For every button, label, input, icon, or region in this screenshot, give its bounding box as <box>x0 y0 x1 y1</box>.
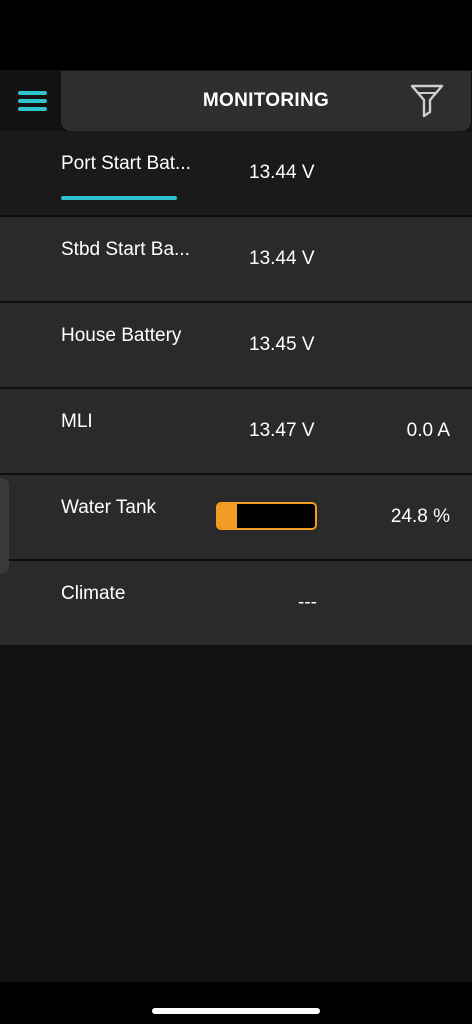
row-label: Climate <box>61 583 126 604</box>
monitoring-list: Port Start Bat... 13.44 V Stbd Start Ba.… <box>0 131 472 647</box>
filter-icon[interactable] <box>409 83 445 119</box>
row-label: Water Tank <box>61 497 157 518</box>
menu-button[interactable] <box>12 84 52 118</box>
voltage-value: 13.44 V <box>249 248 315 269</box>
list-item-water-tank[interactable]: Water Tank 24.8 % <box>0 475 472 561</box>
selection-indicator <box>61 196 177 200</box>
status-bar <box>0 0 472 70</box>
list-item-port-start-battery[interactable]: Port Start Bat... 13.44 V <box>0 131 472 217</box>
current-value: 0.0 A <box>406 420 450 441</box>
row-label: House Battery <box>61 325 182 346</box>
header-bar: MONITORING <box>61 71 471 131</box>
menu-icon-line <box>17 91 47 95</box>
home-indicator[interactable] <box>152 1008 320 1014</box>
menu-icon-line <box>17 99 47 103</box>
row-label: MLI <box>61 411 93 432</box>
list-item-stbd-start-battery[interactable]: Stbd Start Ba... 13.44 V <box>0 217 472 303</box>
list-item-climate[interactable]: Climate --- <box>0 561 472 647</box>
row-label: Stbd Start Ba... <box>61 239 190 260</box>
tank-level-fill <box>218 504 238 528</box>
tank-level-gauge <box>216 502 317 530</box>
voltage-value: 13.45 V <box>249 334 315 355</box>
list-item-house-battery[interactable]: House Battery 13.45 V <box>0 303 472 389</box>
voltage-value: 13.47 V <box>249 420 315 441</box>
tank-percent-value: 24.8 % <box>390 506 450 527</box>
climate-value: --- <box>298 592 317 613</box>
row-label: Port Start Bat... <box>61 153 191 174</box>
menu-icon-line <box>17 107 47 111</box>
side-drawer-handle[interactable] <box>0 478 9 574</box>
voltage-value: 13.44 V <box>249 162 315 183</box>
list-item-mli[interactable]: MLI 13.47 V 0.0 A <box>0 389 472 475</box>
bottom-bar <box>0 982 472 1024</box>
